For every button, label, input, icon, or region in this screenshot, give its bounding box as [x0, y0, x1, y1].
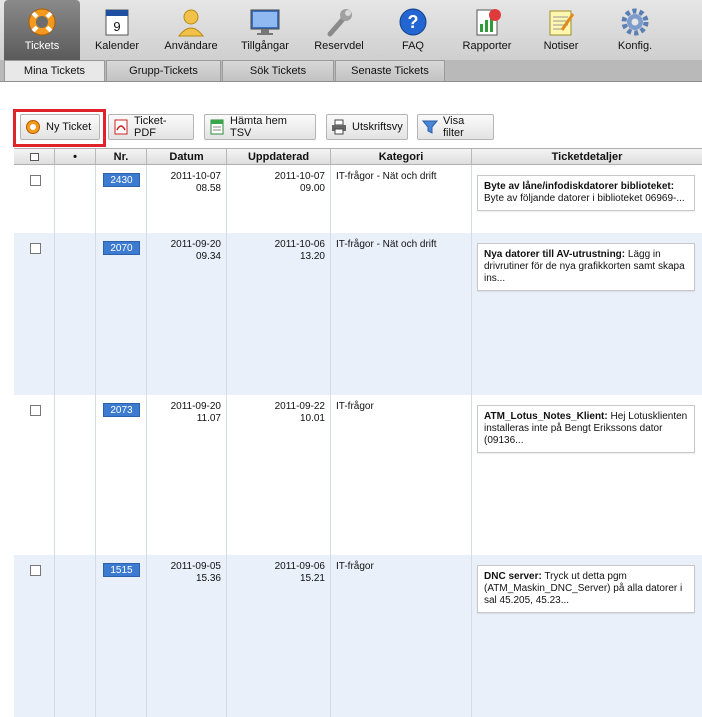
user-icon [174, 6, 208, 38]
nav-label: Användare [164, 40, 218, 52]
table-row[interactable]: 2430 2011-10-07 08.58 2011-10-07 09.00 IT-… [14, 165, 702, 233]
pdf-icon [113, 119, 129, 135]
nav-tillgangar[interactable]: Tillgångar [228, 0, 302, 60]
ticket-detail-card[interactable]: Nya datorer till AV-utrustning: Lägg in … [477, 243, 695, 291]
tab-senaste-tickets[interactable]: Senaste Tickets [335, 60, 445, 81]
notepad-icon [544, 6, 578, 38]
row-checkbox[interactable] [30, 175, 41, 186]
gear-icon [618, 6, 652, 38]
created-date: 2011-09-20 11.07 [170, 401, 221, 424]
print-view-button[interactable]: Utskriftsvy [326, 114, 408, 140]
tab-grupp-tickets[interactable]: Grupp-Tickets [106, 60, 221, 81]
filter-icon [422, 119, 438, 135]
category-text: IT-frågor - Nät och drift [336, 171, 437, 182]
nav-label: Konfig. [617, 40, 653, 52]
ticket-title: Nya datorer till AV-utrustning: [484, 249, 626, 260]
category-text: IT-frågor [336, 401, 374, 412]
nav-label: FAQ [401, 40, 424, 52]
category-text: IT-frågor - Nät och drift [336, 239, 437, 250]
main-nav: Tickets 9 Kalender Användare Tillgångar … [0, 0, 702, 60]
nav-label: Tillgångar [241, 40, 289, 52]
ticket-number-badge[interactable]: 2430 [103, 173, 140, 187]
spreadsheet-icon [209, 119, 225, 135]
nav-label: Kalender [94, 40, 140, 52]
updated-date: 2011-10-06 13.20 [274, 239, 325, 262]
updated-date: 2011-10-07 09.00 [274, 171, 325, 194]
table-row[interactable]: 2070 2011-09-20 09.34 2011-10-06 13.20 IT-… [14, 233, 702, 395]
nav-kalender[interactable]: 9 Kalender [80, 0, 154, 60]
ticket-description: Byte av följande datorer i biblioteket 0… [484, 193, 685, 204]
column-header-datum[interactable]: Datum [147, 149, 227, 164]
row-checkbox[interactable] [30, 243, 41, 254]
column-header-ticketdetaljer[interactable]: Ticketdetaljer [472, 149, 702, 164]
ticket-number-badge[interactable]: 1515 [103, 563, 140, 577]
tab-sok-tickets[interactable]: Sök Tickets [222, 60, 334, 81]
row-checkbox[interactable] [30, 405, 41, 416]
ticket-title: ATM_Lotus_Notes_Klient: [484, 411, 608, 422]
monitor-icon [248, 6, 282, 38]
ticket-pdf-label: Ticket-PDF [134, 115, 167, 139]
fetch-tsv-button[interactable]: Hämta hem TSV [204, 114, 316, 140]
column-header-dot[interactable]: • [55, 149, 96, 164]
category-text: IT-frågor [336, 561, 374, 572]
lifebuoy-icon [25, 6, 59, 38]
nav-anvandare[interactable]: Användare [154, 0, 228, 60]
nav-label: Notiser [543, 40, 579, 52]
ticket-title: Byte av låne/infodiskdatorer biblioteket… [484, 181, 675, 192]
report-icon [470, 6, 504, 38]
select-all-checkbox[interactable] [29, 152, 39, 161]
table-row[interactable]: 2073 2011-09-20 11.07 2011-09-22 10.01 IT-… [14, 395, 702, 555]
table-header: • Nr. Datum Uppdaterad Kategori Ticketde… [14, 148, 702, 165]
fetch-tsv-label: Hämta hem TSV [230, 115, 287, 139]
printer-icon [331, 119, 347, 135]
updated-date: 2011-09-22 10.01 [274, 401, 325, 424]
wrench-icon [322, 6, 356, 38]
show-filter-label: Visa filter [443, 115, 465, 139]
nav-notiser[interactable]: Notiser [524, 0, 598, 60]
ticket-detail-card[interactable]: Byte av låne/infodiskdatorer biblioteket… [477, 175, 695, 211]
created-date: 2011-09-20 09.34 [170, 239, 221, 262]
nav-label: Rapporter [462, 40, 512, 52]
select-all-header[interactable] [14, 149, 55, 164]
ticket-number-badge[interactable]: 2070 [103, 241, 140, 255]
column-header-nr[interactable]: Nr. [96, 149, 147, 164]
created-date: 2011-10-07 08.58 [170, 171, 221, 194]
svg-text:?: ? [408, 12, 419, 32]
print-view-label: Utskriftsvy [352, 121, 403, 133]
show-filter-button[interactable]: Visa filter [417, 114, 494, 140]
nav-label: Reservdel [314, 40, 364, 52]
svg-text:9: 9 [113, 19, 120, 34]
ticket-title: DNC server: [484, 571, 542, 582]
ticket-table-body: 2430 2011-10-07 08.58 2011-10-07 09.00 IT-… [14, 165, 702, 717]
nav-tickets[interactable]: Tickets [4, 0, 80, 60]
row-checkbox[interactable] [30, 565, 41, 576]
ticket-pdf-button[interactable]: Ticket-PDF [108, 114, 194, 140]
ticket-detail-card[interactable]: ATM_Lotus_Notes_Klient: Hej Lotuskliente… [477, 405, 695, 453]
highlight-frame [13, 109, 106, 147]
nav-konfig[interactable]: Konfig. [598, 0, 672, 60]
question-icon: ? [396, 6, 430, 38]
sub-tabs: Mina Tickets Grupp-Tickets Sök Tickets S… [0, 60, 702, 82]
column-header-kategori[interactable]: Kategori [331, 149, 472, 164]
tab-mina-tickets[interactable]: Mina Tickets [4, 60, 105, 81]
ticket-number-badge[interactable]: 2073 [103, 403, 140, 417]
created-date: 2011-09-05 15.36 [170, 561, 221, 584]
calendar-icon: 9 [100, 6, 134, 38]
nav-label: Tickets [24, 40, 60, 52]
column-header-uppdaterad[interactable]: Uppdaterad [227, 149, 331, 164]
updated-date: 2011-09-06 15.21 [274, 561, 325, 584]
nav-reservdel[interactable]: Reservdel [302, 0, 376, 60]
ticket-detail-card[interactable]: DNC server: Tryck ut detta pgm (ATM_Mask… [477, 565, 695, 613]
nav-rapporter[interactable]: Rapporter [450, 0, 524, 60]
nav-faq[interactable]: ? FAQ [376, 0, 450, 60]
table-row[interactable]: 1515 2011-09-05 15.36 2011-09-06 15.21 IT-… [14, 555, 702, 717]
